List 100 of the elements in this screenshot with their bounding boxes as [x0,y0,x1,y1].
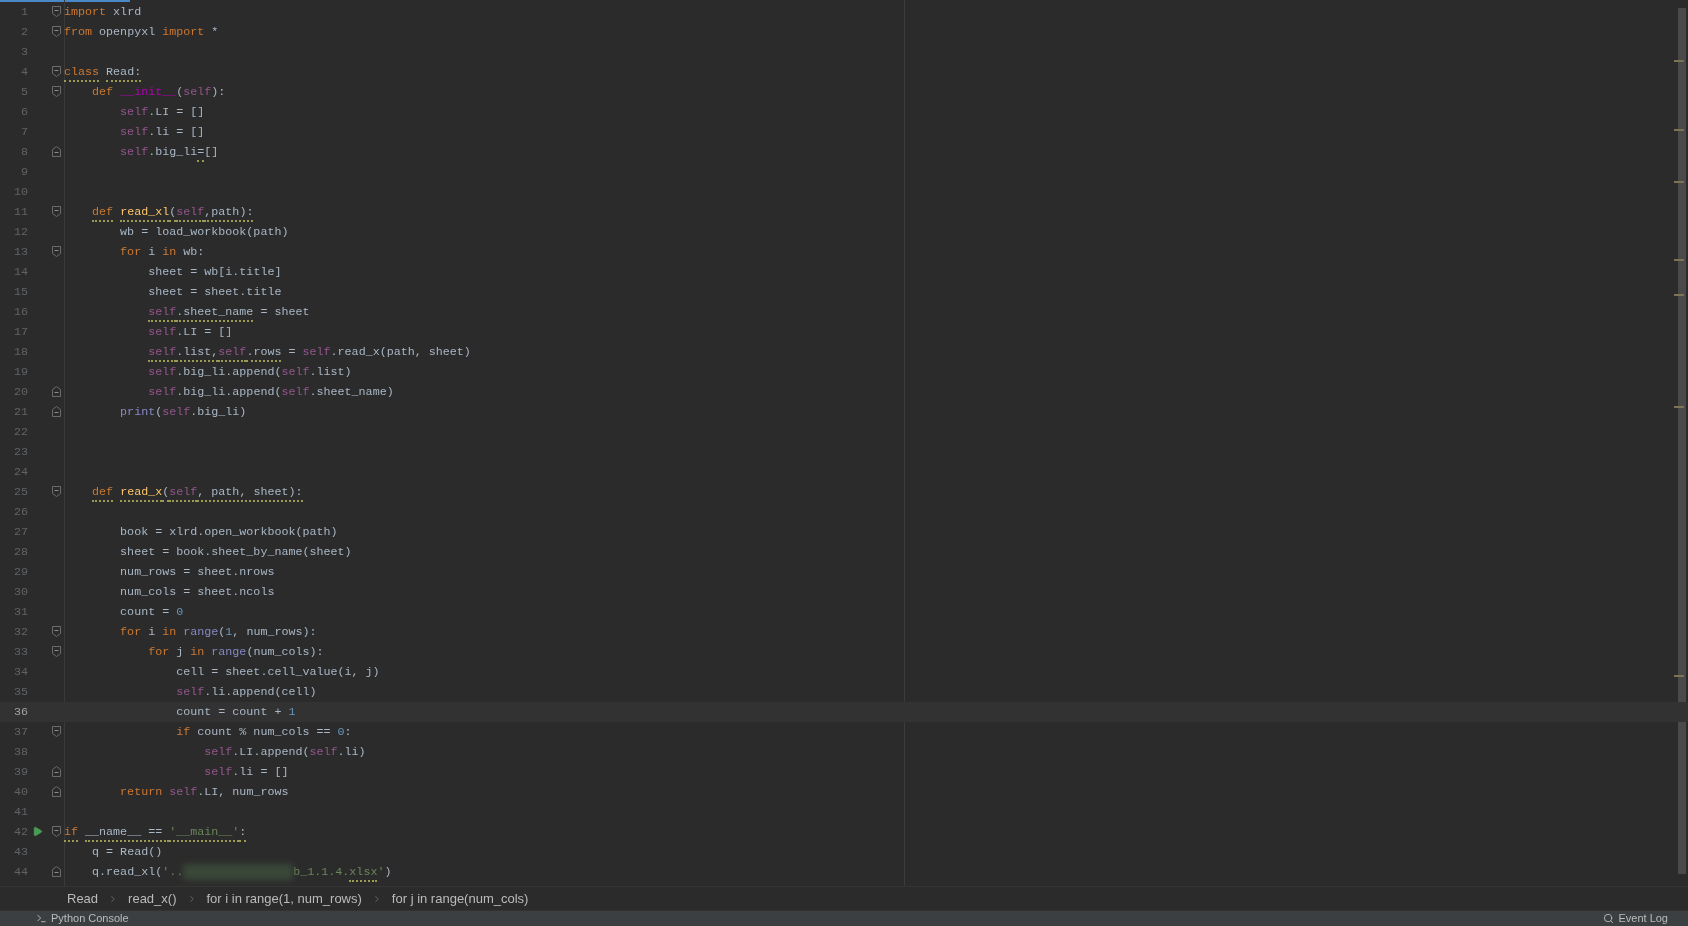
line-number: 18 [12,344,28,361]
scrollbar[interactable] [1674,8,1688,874]
code-line: self.sheet_name = sheet [64,302,310,322]
line-number: 26 [12,504,28,521]
code-line: if __name__ == '__main__': [64,822,247,842]
fold-icon[interactable] [52,826,61,837]
code-line: print(self.big_li) [119,404,247,421]
code-line: from openpyxl import * [64,24,219,41]
code-line: sheet = wb[i.title] [147,264,282,281]
run-icon[interactable] [32,826,43,837]
fold-icon[interactable] [52,726,61,737]
code-line: self.big_li.append(self.list) [147,364,352,381]
code-line: for i in range(1, num_rows): [119,624,317,641]
code-line: self.li = [] [119,124,205,141]
line-number: 36 [12,704,28,721]
line-number: 39 [12,764,28,781]
code-line: num_rows = sheet.nrows [119,564,275,581]
code-line: class Read: [64,62,142,82]
line-number: 4 [20,64,28,81]
line-number: 30 [12,584,28,601]
fold-icon[interactable] [52,146,61,157]
code-line: self.big_li.append(self.sheet_name) [147,384,394,401]
line-number: 41 [12,804,28,821]
fold-icon[interactable] [52,6,61,17]
line-number: 7 [20,124,28,141]
line-number: 38 [12,744,28,761]
breadcrumb[interactable]: read_x() [128,888,177,909]
code-line: def __init__(self): [91,84,226,101]
code-line: wb = load_workbook(path) [119,224,289,241]
line-number: 2 [20,24,28,41]
code-line: self.li.append(cell) [175,684,317,701]
line-number: 13 [12,244,28,261]
breadcrumb[interactable]: for i in range(1, num_rows) [206,888,362,909]
code-line: q = Read() [91,844,163,861]
line-number: 40 [12,784,28,801]
line-number: 22 [12,424,28,441]
code-line: count = 0 [119,604,184,621]
line-number: 27 [12,524,28,541]
fold-icon[interactable] [52,786,61,797]
line-number: 10 [12,184,28,201]
fold-icon[interactable] [52,386,61,397]
line-number: 28 [12,544,28,561]
line-number: 25 [12,484,28,501]
code-line: sheet = book.sheet_by_name(sheet) [119,544,352,561]
line-number: 21 [12,404,28,421]
line-number: 14 [12,264,28,281]
fold-icon[interactable] [52,66,61,77]
fold-icon[interactable] [52,626,61,637]
line-number: 42 [12,824,28,841]
fold-icon[interactable] [52,206,61,217]
fold-icon[interactable] [52,766,61,777]
line-number: 9 [20,164,28,181]
code-line: self.li = [] [203,764,289,781]
code-line: return self.LI, num_rows [119,784,289,801]
fold-icon[interactable] [52,86,61,97]
line-number: 24 [12,464,28,481]
tool-window-button[interactable]: Python Console [36,913,129,924]
fold-icon[interactable] [52,486,61,497]
code-line: self.LI = [] [119,104,205,121]
console-icon [36,913,47,924]
line-number: 32 [12,624,28,641]
line-number: 20 [12,384,28,401]
line-number: 23 [12,444,28,461]
line-number: 34 [12,664,28,681]
code-line: self.LI.append(self.li) [203,744,366,761]
code-line: import xlrd [64,4,142,21]
breadcrumb[interactable]: for j in range(num_cols) [391,888,529,909]
code-line: sheet = sheet.title [147,284,282,301]
code-line: cell = sheet.cell_value(i, j) [175,664,380,681]
line-number: 35 [12,684,28,701]
fold-icon[interactable] [52,866,61,877]
code-line: for j in range(num_cols): [147,644,324,661]
line-number: 17 [12,324,28,341]
tool-window-button[interactable]: Event Log [1603,913,1668,924]
code-line: self.LI = [] [147,324,233,341]
code-line: def read_xl(self,path): [64,202,254,222]
line-number: 12 [12,224,28,241]
fold-icon[interactable] [52,646,61,657]
line-number: 33 [12,644,28,661]
code-line: for i in wb: [119,244,205,261]
code-line: q.read_xl('.. b_1.1.4.xlsx') [64,862,392,882]
code-line: self.list,self.rows = self.read_x(path, sheet) [64,342,471,362]
fold-icon[interactable] [52,246,61,257]
fold-icon[interactable] [52,26,61,37]
line-number: 3 [20,44,28,61]
line-number: 29 [12,564,28,581]
line-number: 31 [12,604,28,621]
code-line: if count % num_cols == 0: [175,724,352,741]
breadcrumb[interactable]: Read [67,888,99,909]
line-number: 44 [12,864,28,881]
line-number: 19 [12,364,28,381]
fold-icon[interactable] [52,406,61,417]
line-number: 8 [20,144,28,161]
code-line: def read_x(self, path, sheet): [64,482,303,502]
code-line: count = count + 1 [175,704,296,721]
line-number: 43 [12,844,28,861]
line-number: 15 [12,284,28,301]
code-line: num_cols = sheet.ncols [119,584,275,601]
code-line: book = xlrd.open_workbook(path) [119,524,338,541]
line-number: 6 [20,104,28,121]
